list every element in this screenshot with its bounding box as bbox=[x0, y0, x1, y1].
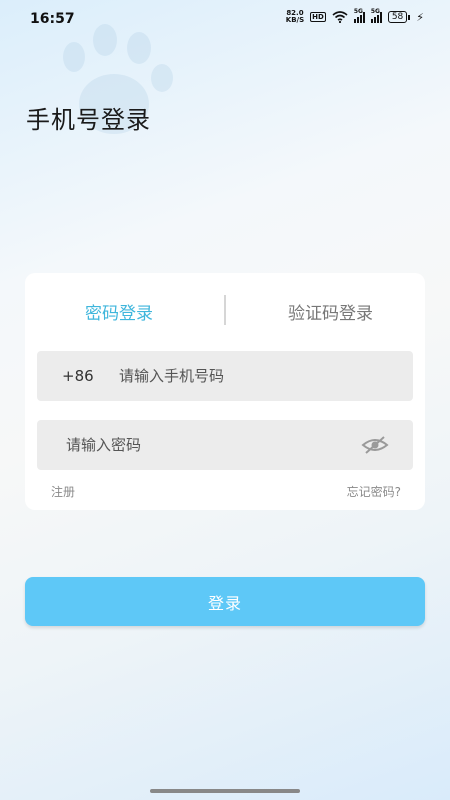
tab-code-login[interactable]: 验证码登录 bbox=[288, 299, 373, 324]
home-indicator[interactable] bbox=[150, 789, 300, 793]
phone-field: +86 bbox=[37, 351, 413, 401]
network-speed-unit: KB/S bbox=[285, 16, 305, 24]
battery-icon: 58 bbox=[387, 11, 411, 23]
wifi-icon bbox=[332, 11, 348, 23]
tab-password-login[interactable]: 密码登录 bbox=[85, 299, 153, 324]
hd-badge: HD bbox=[310, 12, 326, 22]
battery-level: 58 bbox=[387, 11, 408, 23]
signal-label: 5G bbox=[353, 7, 363, 15]
eye-off-icon[interactable] bbox=[361, 435, 389, 455]
signal-icon: 5G bbox=[370, 8, 382, 23]
password-field bbox=[37, 420, 413, 470]
password-input[interactable] bbox=[64, 435, 361, 455]
page-title: 手机号登录 bbox=[26, 106, 151, 134]
register-link[interactable]: 注册 bbox=[51, 483, 75, 500]
charging-icon: ⚡ bbox=[416, 10, 424, 24]
status-icons: 82.0 KB/S HD 5G 5G 58 ⚡ bbox=[286, 8, 424, 24]
forgot-password-link[interactable]: 忘记密码? bbox=[347, 483, 401, 500]
network-speed: 82.0 KB/S bbox=[286, 10, 304, 24]
login-card: 密码登录 验证码登录 +86 注册 忘记密码? bbox=[25, 273, 425, 510]
country-code[interactable]: +86 bbox=[62, 367, 117, 385]
signal-icon: 5G bbox=[353, 8, 365, 23]
phone-input[interactable] bbox=[117, 366, 413, 386]
tab-divider bbox=[224, 295, 226, 325]
login-button[interactable]: 登录 bbox=[25, 577, 425, 626]
signal-label: 5G bbox=[370, 7, 380, 15]
